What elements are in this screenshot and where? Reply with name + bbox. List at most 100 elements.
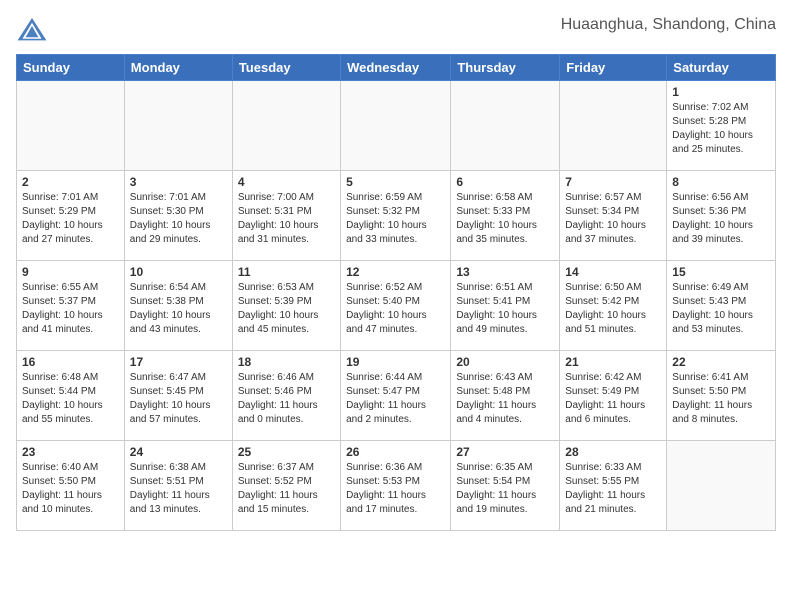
- calendar-cell: [451, 81, 560, 171]
- calendar-cell: 26 Sunrise: 6:36 AM Sunset: 5:53 PM Dayli…: [341, 441, 451, 531]
- col-header-sunday: Sunday: [17, 55, 125, 81]
- calendar-cell: 2 Sunrise: 7:01 AM Sunset: 5:29 PM Daylig…: [17, 171, 125, 261]
- day-info: Sunrise: 6:33 AM Sunset: 5:55 PM Dayligh…: [565, 461, 661, 517]
- col-header-tuesday: Tuesday: [232, 55, 340, 81]
- day-number: 8: [672, 175, 770, 189]
- calendar: SundayMondayTuesdayWednesdayThursdayFrid…: [16, 54, 776, 531]
- day-number: 24: [130, 445, 227, 459]
- calendar-cell: [232, 81, 340, 171]
- day-info: Sunrise: 6:40 AM Sunset: 5:50 PM Dayligh…: [22, 461, 119, 517]
- day-info: Sunrise: 7:01 AM Sunset: 5:30 PM Dayligh…: [130, 191, 227, 247]
- day-info: Sunrise: 6:58 AM Sunset: 5:33 PM Dayligh…: [456, 191, 554, 247]
- day-number: 14: [565, 265, 661, 279]
- page-header: Huaanghua, Shandong, China: [16, 16, 776, 44]
- calendar-cell: 16Sunrise: 6:48 AM Sunset: 5:44 PM Dayli…: [17, 351, 125, 441]
- calendar-cell: 24Sunrise: 6:38 AM Sunset: 5:51 PM Dayli…: [124, 441, 232, 531]
- calendar-cell: [341, 81, 451, 171]
- calendar-cell: 3 Sunrise: 7:01 AM Sunset: 5:30 PM Daylig…: [124, 171, 232, 261]
- day-info: Sunrise: 6:35 AM Sunset: 5:54 PM Dayligh…: [456, 461, 554, 517]
- day-info: Sunrise: 6:36 AM Sunset: 5:53 PM Dayligh…: [346, 461, 445, 517]
- calendar-cell: 15 Sunrise: 6:49 AM Sunset: 5:43 PM Dayli…: [667, 261, 776, 351]
- day-number: 11: [238, 265, 335, 279]
- calendar-week-0: 1 Sunrise: 7:02 AM Sunset: 5:28 PM Daylig…: [17, 81, 776, 171]
- day-info: Sunrise: 6:54 AM Sunset: 5:38 PM Dayligh…: [130, 281, 227, 337]
- day-info: Sunrise: 6:42 AM Sunset: 5:49 PM Dayligh…: [565, 371, 661, 427]
- calendar-cell: [124, 81, 232, 171]
- day-number: 1: [672, 85, 770, 99]
- day-number: 26: [346, 445, 445, 459]
- calendar-cell: 1 Sunrise: 7:02 AM Sunset: 5:28 PM Daylig…: [667, 81, 776, 171]
- calendar-cell: 6 Sunrise: 6:58 AM Sunset: 5:33 PM Daylig…: [451, 171, 560, 261]
- calendar-cell: 5 Sunrise: 6:59 AM Sunset: 5:32 PM Daylig…: [341, 171, 451, 261]
- day-number: 6: [456, 175, 554, 189]
- calendar-cell: [667, 441, 776, 531]
- day-info: Sunrise: 6:43 AM Sunset: 5:48 PM Dayligh…: [456, 371, 554, 427]
- day-number: 7: [565, 175, 661, 189]
- calendar-cell: [560, 81, 667, 171]
- day-number: 9: [22, 265, 119, 279]
- calendar-week-3: 16Sunrise: 6:48 AM Sunset: 5:44 PM Dayli…: [17, 351, 776, 441]
- day-info: Sunrise: 6:41 AM Sunset: 5:50 PM Dayligh…: [672, 371, 770, 427]
- day-info: Sunrise: 6:49 AM Sunset: 5:43 PM Dayligh…: [672, 281, 770, 337]
- day-number: 15: [672, 265, 770, 279]
- day-number: 28: [565, 445, 661, 459]
- day-info: Sunrise: 6:37 AM Sunset: 5:52 PM Dayligh…: [238, 461, 335, 517]
- day-info: Sunrise: 7:01 AM Sunset: 5:29 PM Dayligh…: [22, 191, 119, 247]
- title-block: Huaanghua, Shandong, China: [561, 16, 776, 34]
- day-info: Sunrise: 6:57 AM Sunset: 5:34 PM Dayligh…: [565, 191, 661, 247]
- calendar-cell: [17, 81, 125, 171]
- day-number: 3: [130, 175, 227, 189]
- day-number: 27: [456, 445, 554, 459]
- day-number: 25: [238, 445, 335, 459]
- calendar-week-2: 9 Sunrise: 6:55 AM Sunset: 5:37 PM Daylig…: [17, 261, 776, 351]
- logo-icon: [16, 16, 48, 44]
- day-number: 10: [130, 265, 227, 279]
- day-number: 13: [456, 265, 554, 279]
- day-info: Sunrise: 6:59 AM Sunset: 5:32 PM Dayligh…: [346, 191, 445, 247]
- calendar-cell: 17 Sunrise: 6:47 AM Sunset: 5:45 PM Dayli…: [124, 351, 232, 441]
- calendar-cell: 14 Sunrise: 6:50 AM Sunset: 5:42 PM Dayli…: [560, 261, 667, 351]
- day-info: Sunrise: 7:02 AM Sunset: 5:28 PM Dayligh…: [672, 101, 770, 157]
- day-number: 21: [565, 355, 661, 369]
- col-header-monday: Monday: [124, 55, 232, 81]
- calendar-cell: 11 Sunrise: 6:53 AM Sunset: 5:39 PM Dayli…: [232, 261, 340, 351]
- day-number: 4: [238, 175, 335, 189]
- day-info: Sunrise: 6:56 AM Sunset: 5:36 PM Dayligh…: [672, 191, 770, 247]
- calendar-cell: 27 Sunrise: 6:35 AM Sunset: 5:54 PM Dayli…: [451, 441, 560, 531]
- calendar-cell: 23 Sunrise: 6:40 AM Sunset: 5:50 PM Dayli…: [17, 441, 125, 531]
- calendar-cell: 22 Sunrise: 6:41 AM Sunset: 5:50 PM Dayli…: [667, 351, 776, 441]
- day-number: 5: [346, 175, 445, 189]
- calendar-cell: 13 Sunrise: 6:51 AM Sunset: 5:41 PM Dayli…: [451, 261, 560, 351]
- day-number: 19: [346, 355, 445, 369]
- day-info: Sunrise: 6:50 AM Sunset: 5:42 PM Dayligh…: [565, 281, 661, 337]
- location: Huaanghua, Shandong, China: [561, 16, 776, 34]
- calendar-cell: 12 Sunrise: 6:52 AM Sunset: 5:40 PM Dayli…: [341, 261, 451, 351]
- day-number: 16: [22, 355, 119, 369]
- calendar-header-row: SundayMondayTuesdayWednesdayThursdayFrid…: [17, 55, 776, 81]
- calendar-week-4: 23 Sunrise: 6:40 AM Sunset: 5:50 PM Dayli…: [17, 441, 776, 531]
- day-info: Sunrise: 6:51 AM Sunset: 5:41 PM Dayligh…: [456, 281, 554, 337]
- calendar-cell: 25 Sunrise: 6:37 AM Sunset: 5:52 PM Dayli…: [232, 441, 340, 531]
- day-number: 18: [238, 355, 335, 369]
- calendar-cell: 28 Sunrise: 6:33 AM Sunset: 5:55 PM Dayli…: [560, 441, 667, 531]
- col-header-thursday: Thursday: [451, 55, 560, 81]
- calendar-cell: 7 Sunrise: 6:57 AM Sunset: 5:34 PM Daylig…: [560, 171, 667, 261]
- day-info: Sunrise: 6:47 AM Sunset: 5:45 PM Dayligh…: [130, 371, 227, 427]
- calendar-cell: 19Sunrise: 6:44 AM Sunset: 5:47 PM Dayli…: [341, 351, 451, 441]
- day-info: Sunrise: 6:53 AM Sunset: 5:39 PM Dayligh…: [238, 281, 335, 337]
- day-number: 2: [22, 175, 119, 189]
- col-header-saturday: Saturday: [667, 55, 776, 81]
- col-header-friday: Friday: [560, 55, 667, 81]
- day-info: Sunrise: 6:52 AM Sunset: 5:40 PM Dayligh…: [346, 281, 445, 337]
- day-number: 12: [346, 265, 445, 279]
- day-number: 23: [22, 445, 119, 459]
- day-number: 20: [456, 355, 554, 369]
- col-header-wednesday: Wednesday: [341, 55, 451, 81]
- calendar-cell: 8 Sunrise: 6:56 AM Sunset: 5:36 PM Daylig…: [667, 171, 776, 261]
- calendar-cell: 21 Sunrise: 6:42 AM Sunset: 5:49 PM Dayli…: [560, 351, 667, 441]
- day-info: Sunrise: 6:55 AM Sunset: 5:37 PM Dayligh…: [22, 281, 119, 337]
- day-number: 17: [130, 355, 227, 369]
- logo: [16, 16, 52, 44]
- calendar-week-1: 2 Sunrise: 7:01 AM Sunset: 5:29 PM Daylig…: [17, 171, 776, 261]
- day-number: 22: [672, 355, 770, 369]
